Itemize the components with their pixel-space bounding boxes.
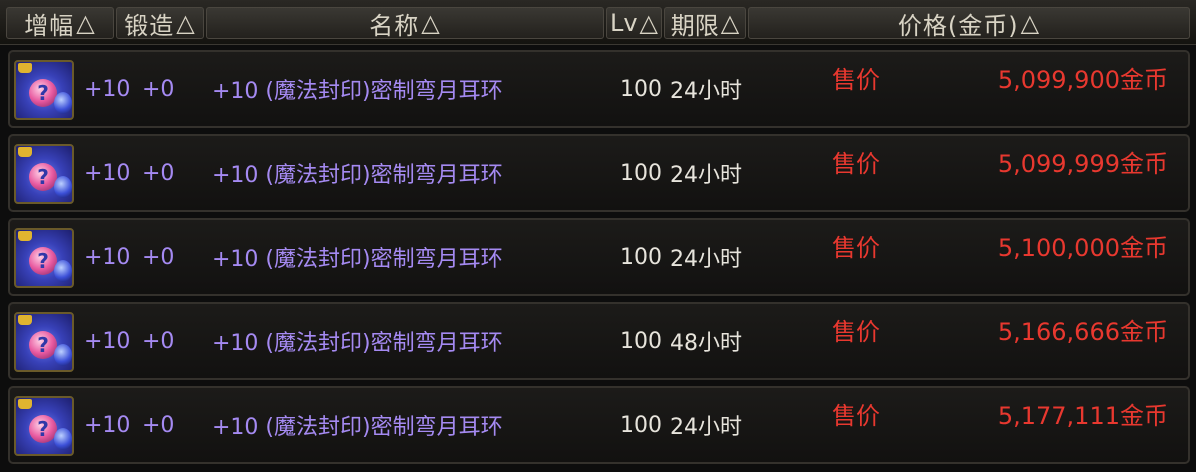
column-header-bar: 增幅 △ 锻造 △ 名称 △ Lv △ 期限 △ 价格(金币) △ [0,0,1196,45]
sealed-earring-icon[interactable]: ? [14,60,74,120]
amplify-value: +10 [84,160,131,186]
auction-row[interactable]: ? +10 +0 +10 (魔法封印)密制弯月耳环 100 24小时 售价 5,… [8,134,1190,212]
sale-price-label: 售价 [832,318,880,346]
item-name: +10 (魔法封印)密制弯月耳环 [212,79,503,104]
sealed-earring-icon[interactable]: ? [14,312,74,372]
item-price: 5,099,900金币 [997,66,1168,94]
item-level: 100 [620,328,662,354]
item-level: 100 [620,76,662,102]
item-name: +10 (魔法封印)密制弯月耳环 [212,331,503,356]
amplify-value: +10 [84,244,131,270]
item-period: 24小时 [670,247,742,272]
sort-header-amplify[interactable]: 增幅 △ [6,7,114,39]
amplify-value: +10 [84,412,131,438]
sort-header-period[interactable]: 期限 △ [664,7,746,39]
auction-row[interactable]: ? +10 +0 +10 (魔法封印)密制弯月耳环 100 24小时 售价 5,… [8,50,1190,128]
forge-value: +0 [142,160,175,186]
item-period: 24小时 [670,163,742,188]
item-price: 5,100,000金币 [997,234,1168,262]
item-level: 100 [620,160,662,186]
sort-triangle-icon: △ [1020,9,1041,37]
sort-triangle-icon: △ [176,9,196,37]
sort-triangle-icon: △ [720,9,740,37]
sort-triangle-icon: △ [421,9,441,37]
auction-row[interactable]: ? +10 +0 +10 (魔法封印)密制弯月耳环 100 24小时 售价 5,… [8,218,1190,296]
sort-triangle-icon: △ [76,9,96,37]
sort-header-name[interactable]: 名称 △ [206,7,604,39]
auction-row[interactable]: ? +10 +0 +10 (魔法封印)密制弯月耳环 100 24小时 售价 5,… [8,386,1190,464]
item-name: +10 (魔法封印)密制弯月耳环 [212,415,503,440]
item-level: 100 [620,244,662,270]
item-price: 5,166,666金币 [997,318,1168,346]
item-period: 24小时 [670,79,742,104]
sort-header-level[interactable]: Lv △ [606,7,662,39]
sort-header-forge[interactable]: 锻造 △ [116,7,204,39]
forge-value: +0 [142,76,175,102]
sale-price-label: 售价 [832,66,880,94]
forge-value: +0 [142,244,175,270]
item-price: 5,099,999金币 [997,150,1168,178]
forge-value: +0 [142,412,175,438]
header-price-label: 价格(金币) [897,11,1019,39]
header-level-label: Lv [609,9,638,37]
auction-row[interactable]: ? +10 +0 +10 (魔法封印)密制弯月耳环 100 48小时 售价 5,… [8,302,1190,380]
header-amplify-label: 增幅 [24,11,75,39]
amplify-value: +10 [84,328,131,354]
header-name-label: 名称 [369,11,420,39]
item-name: +10 (魔法封印)密制弯月耳环 [212,247,503,272]
item-period: 24小时 [670,415,742,440]
item-level: 100 [620,412,662,438]
header-forge-label: 锻造 [124,11,175,39]
item-name: +10 (魔法封印)密制弯月耳环 [212,163,503,188]
item-period: 48小时 [670,331,742,356]
sealed-earring-icon[interactable]: ? [14,144,74,204]
sealed-earring-icon[interactable]: ? [14,228,74,288]
header-period-label: 期限 [670,11,719,39]
sort-triangle-icon: △ [639,9,659,37]
sort-header-price[interactable]: 价格(金币) △ [748,7,1190,39]
sealed-earring-icon[interactable]: ? [14,396,74,456]
sale-price-label: 售价 [832,234,880,262]
sale-price-label: 售价 [832,402,880,430]
forge-value: +0 [142,328,175,354]
item-price: 5,177,111金币 [997,402,1168,430]
amplify-value: +10 [84,76,131,102]
sale-price-label: 售价 [832,150,880,178]
